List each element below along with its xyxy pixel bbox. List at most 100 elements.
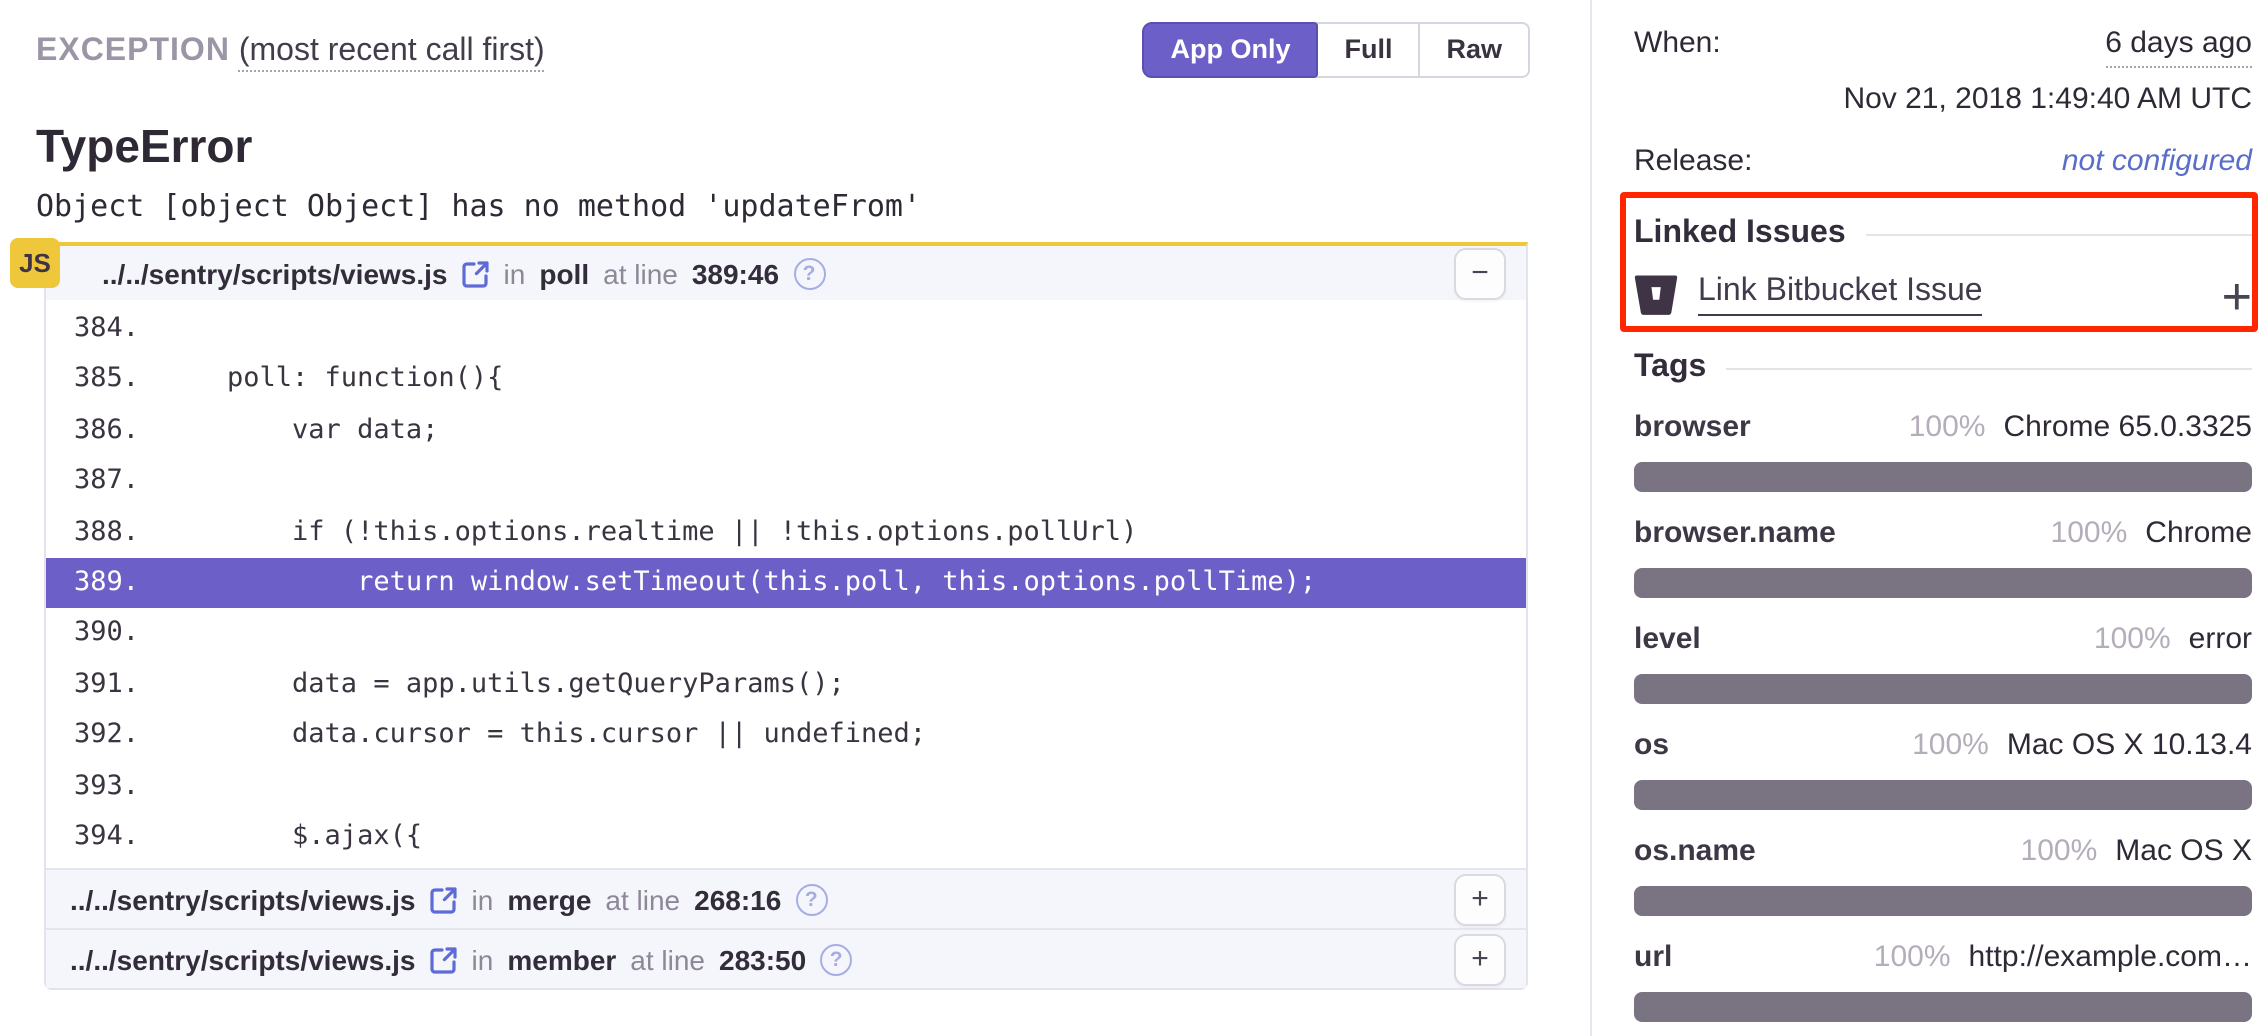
tag-distribution-bar[interactable] [1634,568,2252,598]
line-number: 385. [46,355,162,406]
code-text: data = app.utils.getQueryParams(); [162,660,845,711]
exception-type: TypeError [36,118,1530,174]
tag-row-browser-name: browser.name 100% Chrome [1634,514,2252,598]
tag-distribution-bar[interactable] [1634,886,2252,916]
full-button[interactable]: Full [1316,22,1420,78]
code-line: 392. data.cursor = this.cursor || undefi… [46,711,1526,762]
expand-frame-button[interactable]: + [1454,934,1506,986]
code-text: return window.setTimeout(this.poll, this… [162,558,1316,609]
tag-row-os-name: os.name 100%Mac OS X [1634,832,2252,916]
line-number: 387. [46,456,162,507]
external-link-icon[interactable] [428,884,460,916]
app-only-button[interactable]: App Only [1142,22,1318,78]
tag-key[interactable]: browser [1634,408,1751,448]
code-text: $.ajax({ [162,812,422,863]
release-row: Release: not configured [1634,142,2252,182]
tag-percent: 100% [2051,514,2128,554]
exception-panel: EXCEPTION (most recent call first) App O… [0,0,1592,1036]
external-link-icon[interactable] [460,257,492,289]
add-linked-issue-button[interactable]: + [2222,275,2252,315]
tag-row-browser: browser 100% Chrome 65.0.3325 [1634,408,2252,492]
when-row: When: 6 days ago [1634,24,2252,68]
code-line-crashed: 389. return window.setTimeout(this.poll,… [46,558,1526,609]
line-number: 394. [46,812,162,863]
help-icon[interactable]: ? [793,257,825,289]
tag-key[interactable]: browser.name [1634,514,1836,554]
tag-key[interactable]: os.name [1634,832,1756,872]
frame-filename: ../../sentry/scripts/views.js [70,884,416,916]
when-absolute-time: Nov 21, 2018 1:49:40 AM UTC [1634,82,2252,116]
tag-value: Mac OS X 10.13.4 [2007,726,2252,766]
code-line: 391. data = app.utils.getQueryParams(); [46,660,1526,711]
bitbucket-icon [1634,274,1678,316]
tag-distribution-bar[interactable] [1634,674,2252,704]
tags-title: Tags [1634,350,2252,386]
when-label: When: [1634,24,1721,68]
tag-percent: 100% [1874,938,1951,978]
code-text: if (!this.options.realtime || !this.opti… [162,507,1137,558]
frame-function: poll [539,257,589,289]
tag-key[interactable]: level [1634,620,1701,660]
external-link-icon[interactable] [428,944,460,976]
traceback: JS ../../sentry/scripts/views.js in poll… [44,242,1528,991]
tag-value: error [2189,620,2252,660]
tag-percent: 100% [1912,726,1989,766]
frame-filename: ../../sentry/scripts/views.js [102,257,448,289]
in-label: in [472,944,494,976]
line-number: 391. [46,660,162,711]
tag-percent: 100% [1909,408,1986,448]
line-number: 392. [46,711,162,762]
link-bitbucket-issue-row: Link Bitbucket Issue + [1634,274,2252,316]
frame-function: member [507,944,616,976]
code-block: 384. 385. poll: function(){ 386. var dat… [46,300,1526,869]
frame-function: merge [507,884,591,916]
tag-row-url: url 100%http://example.com… [1634,938,2252,1022]
tag-key[interactable]: os [1634,726,1669,766]
frame-header-merge[interactable]: ../../sentry/scripts/views.js in merge a… [46,869,1526,929]
frame-lineno: 389:46 [692,257,779,289]
code-line: 390. [46,609,1526,660]
tag-percent: 100% [2094,620,2171,660]
expand-frame-button[interactable]: + [1454,874,1506,926]
link-bitbucket-issue-link[interactable]: Link Bitbucket Issue [1698,274,1983,316]
page: EXCEPTION (most recent call first) App O… [0,0,2264,1036]
help-icon[interactable]: ? [795,884,827,916]
in-label: in [472,884,494,916]
tags-section: Tags browser 100% Chrome 65.0.3325 browse… [1634,350,2252,1022]
exception-message: Object [object Object] has no method 'up… [36,188,1530,224]
exception-section-heading: EXCEPTION (most recent call first) [36,20,545,78]
tag-value: Chrome 65.0.3325 [2004,408,2253,448]
line-number: 389. [46,558,162,609]
line-number: 386. [46,406,162,457]
at-line-label: at line [605,884,680,916]
line-number: 390. [46,609,162,660]
collapse-frame-button[interactable]: − [1454,247,1506,299]
code-line: 384. [46,304,1526,355]
line-number: 384. [46,304,162,355]
at-line-label: at line [630,944,705,976]
code-line: 385. poll: function(){ [46,355,1526,406]
frame-header-poll[interactable]: ../../sentry/scripts/views.js in poll at… [46,246,1526,300]
code-line: 388. if (!this.options.realtime || !this… [46,507,1526,558]
tag-distribution-bar[interactable] [1634,992,2252,1022]
code-line: 387. [46,456,1526,507]
line-number: 388. [46,507,162,558]
help-icon[interactable]: ? [820,944,852,976]
tag-distribution-bar[interactable] [1634,462,2252,492]
tag-key[interactable]: url [1634,938,1672,978]
release-label: Release: [1634,142,1752,182]
order-note[interactable]: (most recent call first) [239,34,545,72]
release-value-link[interactable]: not configured [2062,142,2252,182]
raw-button[interactable]: Raw [1418,22,1530,78]
frame-filename: ../../sentry/scripts/views.js [70,944,416,976]
event-sidebar: When: 6 days ago Nov 21, 2018 1:49:40 AM… [1592,0,2264,1036]
tag-percent: 100% [2021,832,2098,872]
tag-value: Chrome [2145,514,2252,554]
frame-lineno: 283:50 [719,944,806,976]
code-line: 394. $.ajax({ [46,812,1526,863]
tag-distribution-bar[interactable] [1634,780,2252,810]
section-label: EXCEPTION [36,34,230,68]
when-relative-time[interactable]: 6 days ago [2105,24,2252,68]
frame-header-member[interactable]: ../../sentry/scripts/views.js in member … [46,929,1526,989]
code-text: poll: function(){ [162,355,503,406]
